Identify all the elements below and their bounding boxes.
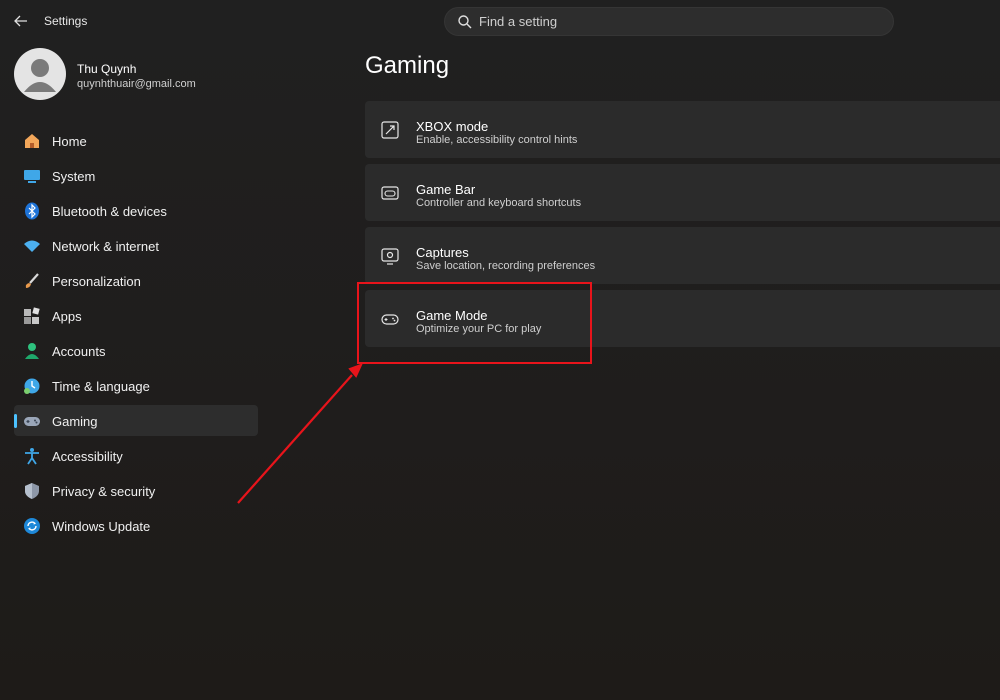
title-bar: Settings: [0, 0, 300, 42]
search-input[interactable]: [479, 8, 879, 35]
active-indicator: [14, 414, 17, 428]
apps-icon: [23, 307, 41, 325]
card-title: Captures: [416, 245, 469, 260]
sidebar-item-label: Windows Update: [52, 519, 151, 534]
sidebar-item-label: Home: [52, 134, 87, 149]
page-title: Gaming: [365, 52, 450, 79]
sidebar-item-label: Time & language: [52, 379, 150, 394]
sidebar-item-accounts[interactable]: Accounts: [14, 335, 258, 366]
sidebar-item-label: Bluetooth & devices: [52, 204, 167, 219]
sidebar-item-label: Apps: [52, 309, 82, 324]
gaming-icon: [23, 412, 41, 430]
sidebar-item-privacy-security[interactable]: Privacy & security: [14, 475, 258, 506]
sidebar-item-personalization[interactable]: Personalization: [14, 265, 258, 296]
card-title: Game Bar: [416, 182, 476, 197]
card-subtitle: Enable, accessibility control hints: [416, 134, 578, 146]
accessibility-icon: [23, 447, 41, 465]
accounts-icon: [23, 342, 41, 360]
search-icon: [457, 14, 473, 30]
sidebar-item-apps[interactable]: Apps: [14, 300, 258, 331]
sidebar-item-label: Privacy & security: [52, 484, 156, 499]
time-language-icon: [23, 377, 41, 395]
sidebar-item-label: System: [52, 169, 96, 184]
shield-icon: [23, 482, 41, 500]
sidebar-item-label: Gaming: [52, 414, 98, 429]
user-email: quynhthuair@gmail.com: [77, 78, 196, 90]
sidebar-item-label: Personalization: [52, 274, 141, 289]
card-subtitle: Controller and keyboard shortcuts: [416, 197, 582, 209]
user-profile[interactable]: Thu Quynh quynhthuair@gmail.com: [14, 48, 274, 102]
annotation-highlight-box: [357, 282, 592, 364]
wifi-icon: [23, 237, 41, 255]
sidebar-item-gaming[interactable]: Gaming: [14, 405, 258, 436]
bluetooth-icon: [23, 202, 41, 220]
card-game-bar[interactable]: Game Bar Controller and keyboard shortcu…: [365, 164, 1000, 221]
card-title: XBOX mode: [416, 119, 489, 134]
avatar[interactable]: [14, 48, 66, 100]
user-name: Thu Quynh: [77, 62, 137, 76]
sidebar-item-time-language[interactable]: Time & language: [14, 370, 258, 401]
home-icon: [23, 132, 41, 150]
app-title: Settings: [44, 14, 88, 28]
sidebar-item-network[interactable]: Network & internet: [14, 230, 258, 261]
xbox-mode-icon: [380, 120, 400, 140]
sidebar-item-label: Accounts: [52, 344, 106, 359]
update-icon: [23, 517, 41, 535]
sidebar-item-home[interactable]: Home: [14, 125, 258, 156]
brush-icon: [23, 272, 41, 290]
sidebar-item-label: Accessibility: [52, 449, 123, 464]
sidebar-item-accessibility[interactable]: Accessibility: [14, 440, 258, 471]
sidebar-item-windows-update[interactable]: Windows Update: [14, 510, 258, 541]
search-box[interactable]: [444, 7, 894, 36]
sidebar-item-bluetooth[interactable]: Bluetooth & devices: [14, 195, 258, 226]
captures-icon: [380, 246, 400, 266]
system-icon: [23, 167, 41, 185]
sidebar-item-system[interactable]: System: [14, 160, 258, 191]
sidebar-nav: Home System Bluetooth & devices Network …: [14, 125, 258, 545]
game-bar-icon: [380, 183, 400, 203]
back-arrow-icon[interactable]: [12, 12, 30, 30]
card-captures[interactable]: Captures Save location, recording prefer…: [365, 227, 1000, 284]
card-subtitle: Save location, recording preferences: [416, 260, 596, 272]
card-xbox-mode[interactable]: XBOX mode Enable, accessibility control …: [365, 101, 1000, 158]
sidebar-item-label: Network & internet: [52, 239, 159, 254]
